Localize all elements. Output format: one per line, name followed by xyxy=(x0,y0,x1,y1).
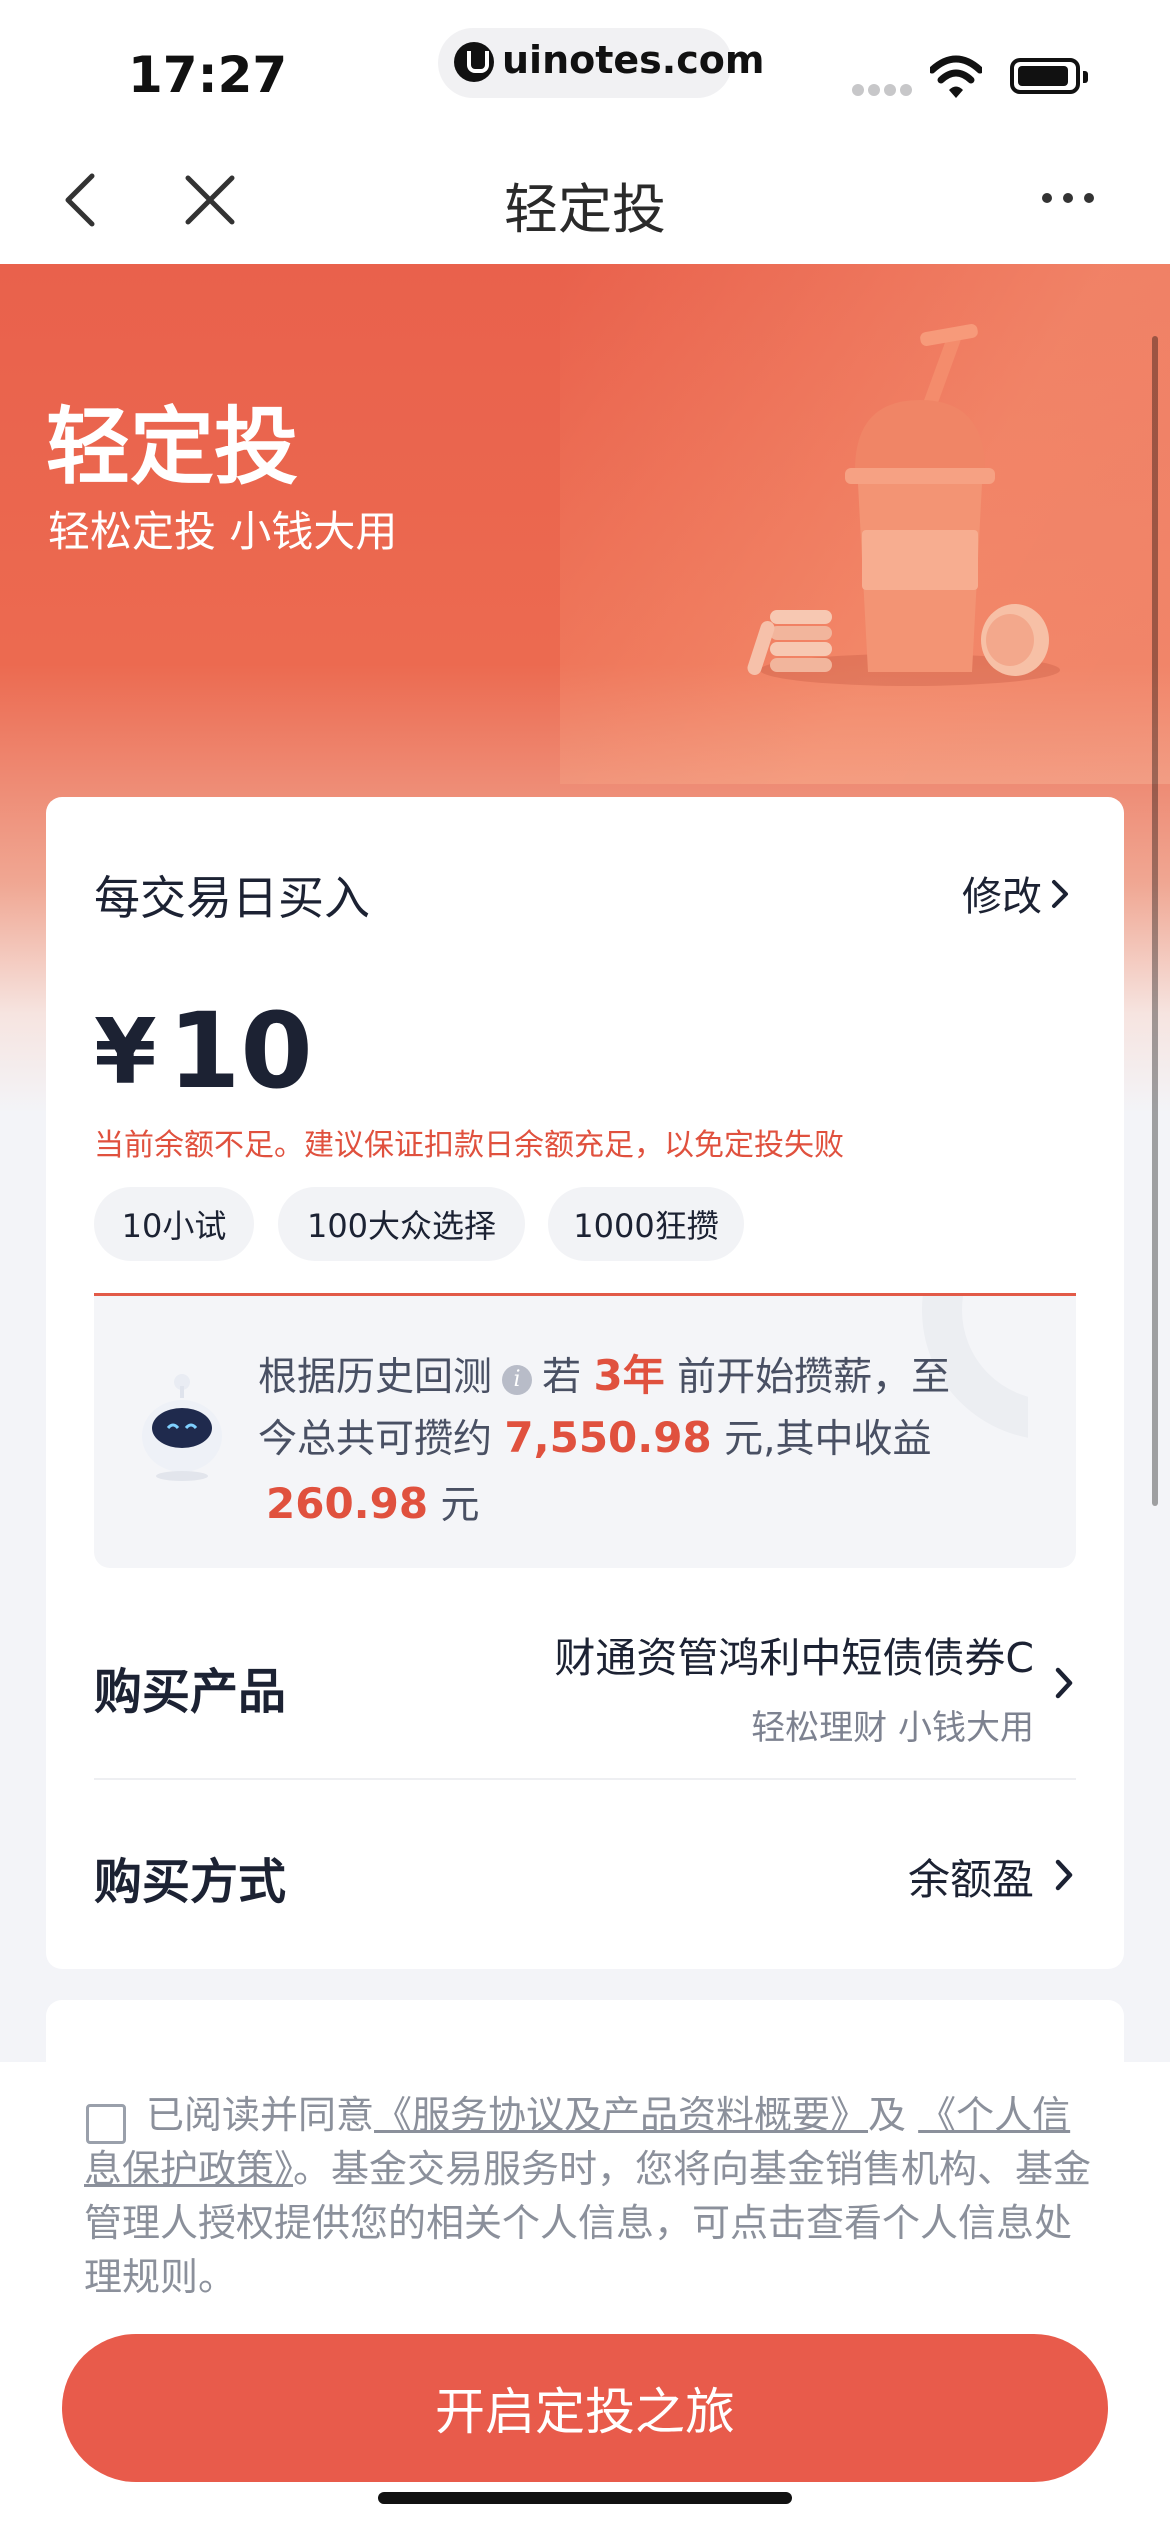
payment-method-value[interactable]: 余额盈 xyxy=(760,1846,1034,1907)
backtest-text: 根据历史回测 xyxy=(258,1355,493,1400)
product-tagline: 轻松理财 小钱大用 xyxy=(751,1708,1034,1748)
service-agreement-link[interactable]: 《服务协议及产品资料概要》 xyxy=(374,2093,868,2137)
modify-link[interactable]: 修改 xyxy=(962,864,1042,922)
backtest-profit: 260.98 xyxy=(266,1479,429,1528)
backtest-line-1: 根据历史回测 i 若 3年 前开始攒薪，至 xyxy=(258,1342,950,1403)
signal-dot-icon xyxy=(900,84,912,96)
preset-chip-1000[interactable]: 1000狂攒 xyxy=(548,1187,744,1261)
balance-warning: 当前余额不足。建议保证扣款日余额充足，以免定投失败 xyxy=(94,1128,844,1163)
backtest-text: 元,其中收益 xyxy=(724,1417,932,1462)
more-icon[interactable] xyxy=(1040,190,1096,206)
site-logo-icon xyxy=(454,42,494,82)
currency-symbol: ¥ xyxy=(94,1000,157,1105)
url-text[interactable]: uinotes.com xyxy=(502,38,764,82)
amount-value[interactable]: 10 xyxy=(168,990,313,1112)
signal-dot-icon xyxy=(852,84,864,96)
backtest-text: 元 xyxy=(440,1483,480,1528)
frequency-title: 每交易日买入 xyxy=(94,871,370,925)
agreement-prefix: 已阅读并同意 xyxy=(146,2093,375,2137)
robot-assistant-icon xyxy=(142,1374,222,1481)
backtest-text: 前开始攒薪，至 xyxy=(677,1355,951,1400)
info-icon[interactable]: i xyxy=(502,1364,533,1395)
payment-label: 购买方式 xyxy=(94,1854,287,1910)
agreement-text: 已阅读并同意《服务协议及产品资料概要》及 《个人信息保护政策》。基金交易服务时，… xyxy=(84,2088,1104,2304)
status-time: 17:27 xyxy=(128,46,288,104)
backtest-line-2: 今总共可攒约 7,550.98 元,其中收益 xyxy=(258,1408,932,1464)
backtest-text: 今总共可攒约 xyxy=(258,1417,493,1462)
wifi-icon xyxy=(930,55,982,98)
page-title: 轻定投 xyxy=(504,178,666,241)
hero-subtitle: 轻松定投 小钱大用 xyxy=(48,507,398,556)
chevron-right-icon[interactable] xyxy=(1050,878,1070,910)
preset-chip-10[interactable]: 10小试 xyxy=(94,1187,254,1261)
product-label: 购买产品 xyxy=(94,1664,287,1720)
divider xyxy=(94,1778,1076,1780)
hero-title: 轻定投 xyxy=(46,398,299,496)
chevron-right-icon[interactable] xyxy=(1054,1666,1074,1700)
scrollbar[interactable] xyxy=(1152,336,1158,1506)
backtest-years[interactable]: 3年 xyxy=(593,1351,664,1400)
battery-icon xyxy=(1010,58,1088,94)
start-plan-button[interactable]: 开启定投之旅 xyxy=(62,2334,1108,2482)
piggy-cup-illustration-icon xyxy=(747,324,1060,686)
preset-chip-100[interactable]: 100大众选择 xyxy=(278,1187,525,1261)
signal-dot-icon xyxy=(884,84,896,96)
home-indicator xyxy=(378,2492,792,2504)
chevron-right-icon[interactable] xyxy=(1054,1858,1074,1892)
backtest-total: 7,550.98 xyxy=(504,1413,712,1462)
product-name[interactable]: 财通资管鸿利中短债债券C xyxy=(500,1624,1034,1684)
backtest-line-3: 260.98 元 xyxy=(266,1474,480,1530)
signal-dot-icon xyxy=(868,84,880,96)
agreement-mid: 及 xyxy=(868,2093,907,2137)
backtest-text: 若 xyxy=(542,1355,582,1400)
